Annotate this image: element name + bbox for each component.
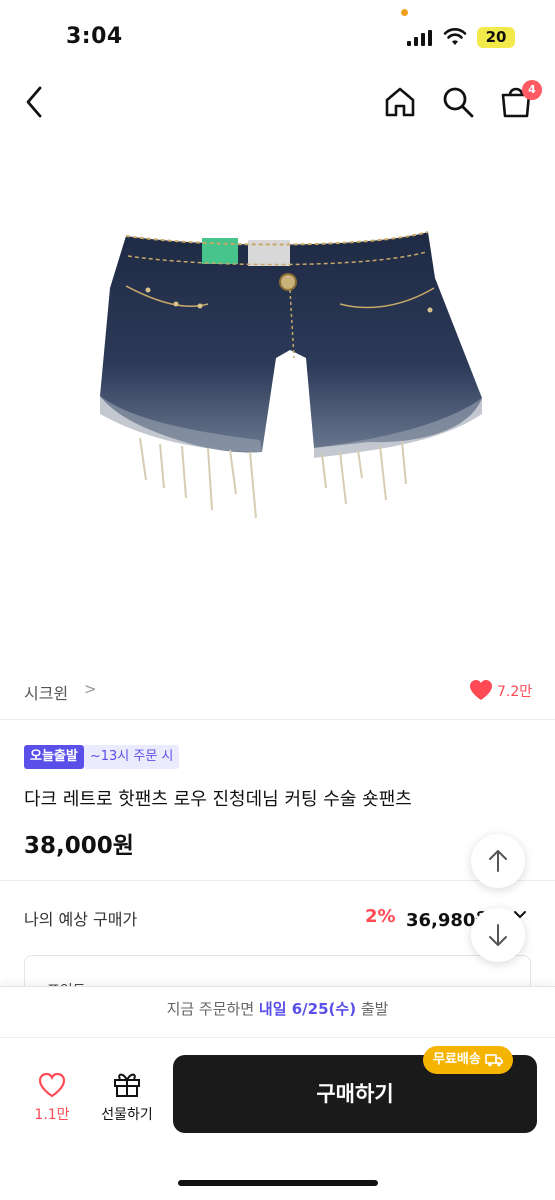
back-arrow-icon[interactable] <box>20 84 50 120</box>
product-image[interactable] <box>90 218 490 528</box>
seller-row[interactable]: 시크윈 > 7.2만 <box>0 668 555 712</box>
signal-icon <box>407 30 432 46</box>
wishlist-count: 1.1만 <box>34 1107 70 1123</box>
status-time: 3:04 <box>66 24 123 49</box>
home-indicator <box>178 1180 378 1186</box>
search-icon[interactable] <box>441 85 475 119</box>
shipping-prefix: 지금 주문하면 <box>166 1000 255 1018</box>
estimated-price-label: 나의 예상 구매가 <box>24 910 138 929</box>
status-bar: 3:04 20 <box>0 0 555 70</box>
chevron-right-icon: > <box>84 680 97 698</box>
arrow-down-icon <box>489 924 507 946</box>
top-nav-bar: 4 <box>0 70 555 134</box>
order-cutoff-note: ~13시 주문 시 <box>83 745 180 769</box>
privacy-indicator <box>401 9 408 16</box>
wishlist-button[interactable]: 1.1만 <box>20 1068 84 1132</box>
cart-count-badge: 4 <box>522 80 542 100</box>
product-title: 다크 레트로 핫팬츠 로우 진청데님 커팅 수술 숏팬츠 <box>24 789 412 810</box>
scroll-to-top-button[interactable] <box>471 834 525 888</box>
arrow-up-icon <box>489 850 507 872</box>
estimated-discount: 2% <box>365 906 396 927</box>
delivery-tag: 오늘출발 ~13시 주문 시 <box>24 745 180 769</box>
scroll-to-bottom-button[interactable] <box>471 908 525 962</box>
gift-icon <box>114 1073 140 1097</box>
today-ship-badge: 오늘출발 <box>24 745 84 769</box>
gift-button[interactable]: 선물하기 <box>92 1068 162 1132</box>
truck-icon <box>485 1054 503 1067</box>
seller-name[interactable]: 시크윈 <box>24 680 68 704</box>
heart-icon[interactable] <box>469 679 493 701</box>
shipping-date: 내일 6/25(수) <box>258 1000 357 1018</box>
home-icon[interactable] <box>383 85 417 119</box>
product-price: 38,000원 <box>24 833 134 859</box>
shipping-suffix: 출발 <box>360 1000 389 1018</box>
heart-outline-icon <box>38 1072 66 1098</box>
divider <box>0 719 555 720</box>
free-shipping-label: 무료배송 <box>433 1052 481 1067</box>
wifi-icon <box>443 28 467 45</box>
shipping-info-banner: 지금 주문하면 내일 6/25(수) 출발 <box>0 986 555 1038</box>
free-shipping-badge: 무료배송 <box>423 1046 513 1074</box>
like-count: 7.2만 <box>497 684 533 700</box>
gift-label: 선물하기 <box>101 1107 153 1123</box>
battery-indicator: 20 <box>477 27 515 48</box>
